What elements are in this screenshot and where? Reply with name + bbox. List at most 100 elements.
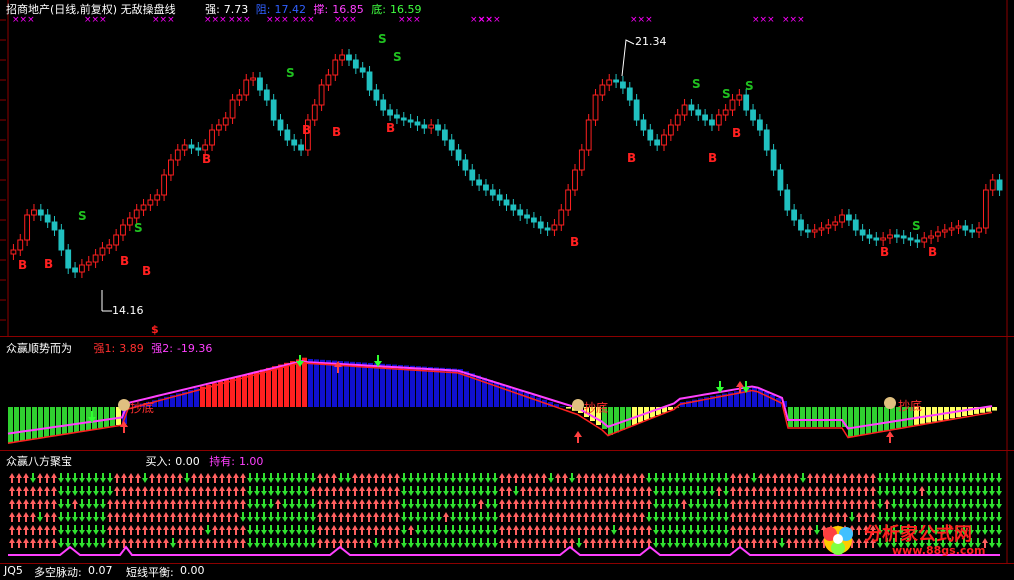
candle-body bbox=[530, 217, 537, 223]
red-up-arrow-icon bbox=[380, 512, 386, 517]
red-up-arrow-icon bbox=[730, 512, 736, 517]
green-down-arrow-icon bbox=[443, 478, 449, 483]
red-up-arrow-icon bbox=[499, 512, 505, 517]
candle-body bbox=[763, 129, 770, 151]
high-price-marker: 21.34 bbox=[635, 35, 667, 48]
candle-body bbox=[510, 204, 517, 211]
red-up-arrow-icon bbox=[499, 473, 505, 478]
candle-body bbox=[120, 224, 126, 236]
red-up-arrow-icon bbox=[730, 499, 736, 504]
histogram-bar bbox=[260, 369, 265, 407]
green-down-arrow-icon bbox=[800, 478, 806, 483]
red-up-arrow-icon bbox=[9, 473, 15, 478]
red-up-arrow-icon bbox=[506, 538, 512, 543]
green-down-arrow-icon bbox=[667, 491, 673, 496]
green-down-arrow-icon bbox=[457, 517, 463, 522]
short-balance-label: 短线平衡: bbox=[126, 566, 174, 579]
green-down-arrow-icon bbox=[709, 504, 715, 509]
trend-indicator-panel[interactable]: 众赢顺势而为 强1: 3.89 强2: -19.36 抄底 抄底 抄底 bbox=[0, 336, 1014, 451]
red-up-arrow-icon bbox=[576, 525, 582, 530]
green-down-arrow-icon bbox=[429, 491, 435, 496]
green-down-arrow-icon bbox=[681, 543, 687, 548]
red-up-arrow-icon bbox=[30, 499, 36, 504]
green-down-arrow-icon bbox=[464, 491, 470, 496]
candle-body bbox=[65, 249, 72, 269]
candle-body bbox=[715, 114, 722, 126]
red-up-arrow-icon bbox=[191, 486, 197, 491]
buy-signal-label: B bbox=[142, 264, 151, 278]
red-up-arrow-icon bbox=[191, 512, 197, 517]
red-up-arrow-icon bbox=[534, 499, 540, 504]
red-up-arrow-icon bbox=[51, 512, 57, 517]
green-down-arrow-icon bbox=[72, 478, 78, 483]
candle-body bbox=[681, 104, 688, 116]
candle-body bbox=[969, 229, 976, 233]
red-up-arrow-icon bbox=[324, 486, 330, 491]
red-up-arrow-icon bbox=[534, 538, 540, 543]
green-down-arrow-icon bbox=[37, 517, 43, 522]
red-up-arrow-icon bbox=[128, 512, 134, 517]
green-down-arrow-icon bbox=[471, 543, 477, 548]
red-up-arrow-icon bbox=[44, 486, 50, 491]
red-up-arrow-icon bbox=[359, 525, 365, 530]
red-up-arrow-icon bbox=[114, 538, 120, 543]
green-down-arrow-icon bbox=[261, 530, 267, 535]
buy-signal-label: B bbox=[44, 257, 53, 271]
green-down-arrow-icon bbox=[408, 504, 414, 509]
red-up-arrow-icon bbox=[317, 486, 323, 491]
candle-body bbox=[435, 124, 441, 131]
red-up-arrow-icon bbox=[121, 473, 127, 478]
candle-body bbox=[832, 221, 839, 226]
red-up-arrow-icon bbox=[821, 486, 827, 491]
green-down-arrow-icon bbox=[478, 517, 484, 522]
candle-body bbox=[620, 81, 626, 89]
main-chart-panel[interactable]: B B S B S B B S B B S S B B B S S B B S B S B $ ××× ××× ××× ××× ××× ×… bbox=[0, 0, 1014, 336]
green-down-arrow-icon bbox=[695, 530, 701, 535]
histogram-bar bbox=[452, 368, 457, 407]
green-down-arrow-icon bbox=[86, 543, 92, 548]
red-up-arrow-icon bbox=[562, 486, 568, 491]
red-up-arrow-icon bbox=[569, 486, 575, 491]
main-chart-header: 招商地产(日线,前复权) 无敌操盘线 强: 7.73 阻: 17.42 撑: 16.8… bbox=[6, 1, 425, 17]
red-up-arrow-icon bbox=[177, 525, 183, 530]
green-down-arrow-icon bbox=[296, 491, 302, 496]
candle-body bbox=[202, 144, 209, 151]
red-up-arrow-icon bbox=[793, 538, 799, 543]
green-down-arrow-icon bbox=[982, 491, 988, 496]
red-up-arrow-icon bbox=[352, 473, 358, 478]
support-value: 16.85 bbox=[332, 3, 364, 16]
red-up-arrow-icon bbox=[597, 525, 603, 530]
histogram-bar bbox=[272, 366, 277, 407]
red-up-arrow-icon bbox=[716, 486, 722, 491]
green-down-arrow-icon bbox=[464, 517, 470, 522]
red-up-arrow-icon bbox=[772, 525, 778, 530]
histogram-bar bbox=[266, 367, 271, 407]
red-up-arrow-icon bbox=[324, 538, 330, 543]
green-down-arrow-icon bbox=[72, 491, 78, 496]
red-up-arrow-icon bbox=[9, 538, 15, 543]
histogram-bar bbox=[446, 368, 451, 407]
candle-body bbox=[661, 134, 667, 146]
main-chart-title: 招商地产(日线,前复权) 无敌操盘线 bbox=[6, 3, 176, 16]
red-up-arrow-icon bbox=[359, 473, 365, 478]
green-down-arrow-icon bbox=[65, 478, 71, 483]
red-up-arrow-icon bbox=[317, 538, 323, 543]
green-down-arrow-icon bbox=[93, 543, 99, 548]
red-up-arrow-icon bbox=[51, 499, 57, 504]
red-up-arrow-icon bbox=[513, 473, 519, 478]
candle-body bbox=[743, 94, 750, 111]
green-down-arrow-icon bbox=[184, 478, 190, 483]
red-up-arrow-icon bbox=[191, 473, 197, 478]
red-up-arrow-icon bbox=[177, 538, 183, 543]
red-up-arrow-icon bbox=[366, 538, 372, 543]
red-up-arrow-icon bbox=[30, 525, 36, 530]
red-up-arrow-icon bbox=[555, 525, 561, 530]
red-up-arrow-icon bbox=[359, 486, 365, 491]
green-down-arrow-icon bbox=[296, 543, 302, 548]
candle-body bbox=[72, 267, 78, 273]
green-down-arrow-icon bbox=[681, 530, 687, 535]
green-down-arrow-icon bbox=[653, 491, 659, 496]
candlestick-chart[interactable]: B BSBSBBSB BSSBBBSSBBSBSB$××× ××× ××× ××× ××× ×… bbox=[0, 0, 1014, 336]
red-up-arrow-icon bbox=[345, 499, 351, 504]
histogram-bar bbox=[44, 407, 49, 437]
